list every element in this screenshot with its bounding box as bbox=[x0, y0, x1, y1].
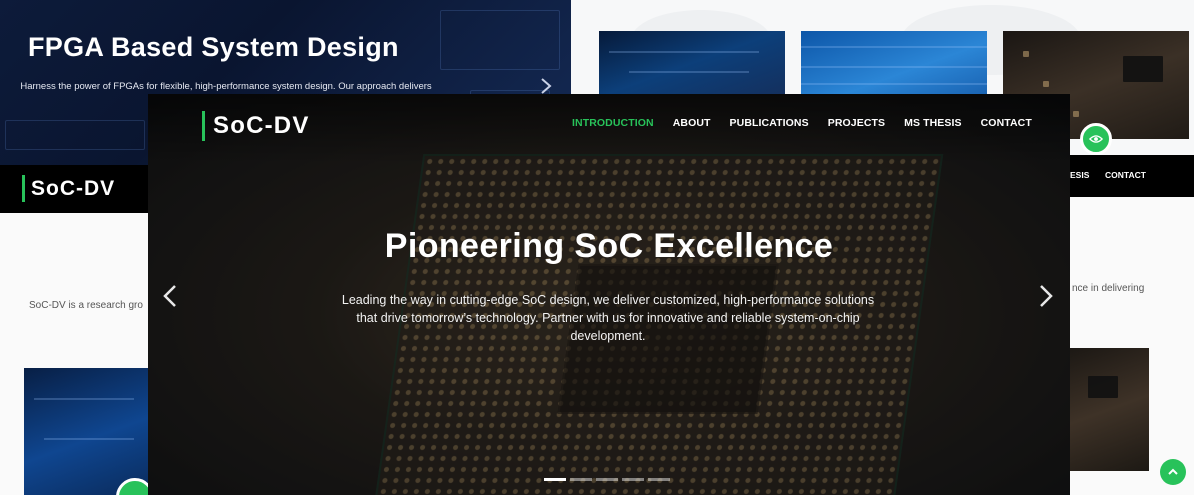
nav-item-contact[interactable]: CONTACT bbox=[981, 117, 1032, 129]
nav-item-introduction[interactable]: INTRODUCTION bbox=[572, 117, 654, 129]
nav-item-projects[interactable]: PROJECTS bbox=[828, 117, 885, 129]
background-navbar-right: ESIS CONTACT bbox=[1070, 155, 1194, 197]
project-thumbnail[interactable] bbox=[801, 31, 987, 95]
carousel-indicator[interactable] bbox=[544, 478, 566, 481]
carousel-indicator[interactable] bbox=[622, 478, 644, 481]
carousel-indicator[interactable] bbox=[570, 478, 592, 481]
main-navigation: INTRODUCTION ABOUT PUBLICATIONS PROJECTS… bbox=[572, 117, 1051, 129]
nav-item-contact[interactable]: CONTACT bbox=[1105, 170, 1146, 180]
project-thumbnail[interactable] bbox=[599, 31, 785, 95]
site-logo-text: SoC-DV bbox=[213, 112, 310, 139]
nav-item-ms-thesis[interactable]: MS THESIS bbox=[904, 117, 962, 129]
background-paragraph: nce in delivering bbox=[1072, 283, 1145, 294]
nav-item-publications[interactable]: PUBLICATIONS bbox=[730, 117, 809, 129]
carousel-indicators bbox=[544, 478, 670, 481]
screen: FPGA Based System Design Harness the pow… bbox=[0, 0, 1194, 495]
background-logo-text: SoC-DV bbox=[31, 176, 116, 200]
carousel-indicator[interactable] bbox=[648, 478, 670, 481]
chevron-up-icon[interactable] bbox=[1160, 459, 1186, 485]
chevron-right-icon[interactable] bbox=[1038, 284, 1054, 314]
site-logo[interactable]: SoC-DV bbox=[202, 111, 310, 141]
carousel-indicator[interactable] bbox=[596, 478, 618, 481]
logo-accent-bar bbox=[22, 175, 25, 202]
background-hero-title: FPGA Based System Design bbox=[28, 32, 399, 62]
project-thumbnail[interactable] bbox=[24, 368, 150, 495]
nav-item-about[interactable]: ABOUT bbox=[673, 117, 711, 129]
hero-title: Pioneering SoC Excellence bbox=[384, 227, 834, 265]
eye-icon[interactable] bbox=[1080, 123, 1112, 155]
project-thumbnail[interactable] bbox=[1070, 348, 1149, 471]
hero-carousel: SoC-DV INTRODUCTION ABOUT PUBLICATIONS P… bbox=[148, 94, 1070, 495]
hero-description: Leading the way in cutting-edge SoC desi… bbox=[341, 293, 875, 343]
logo-accent-bar bbox=[202, 111, 205, 141]
chevron-left-icon[interactable] bbox=[162, 284, 178, 314]
nav-item-ms-thesis-partial[interactable]: ESIS bbox=[1070, 170, 1089, 180]
background-paragraph: SoC-DV is a research gro bbox=[29, 300, 143, 311]
background-logo[interactable]: SoC-DV bbox=[22, 175, 115, 202]
